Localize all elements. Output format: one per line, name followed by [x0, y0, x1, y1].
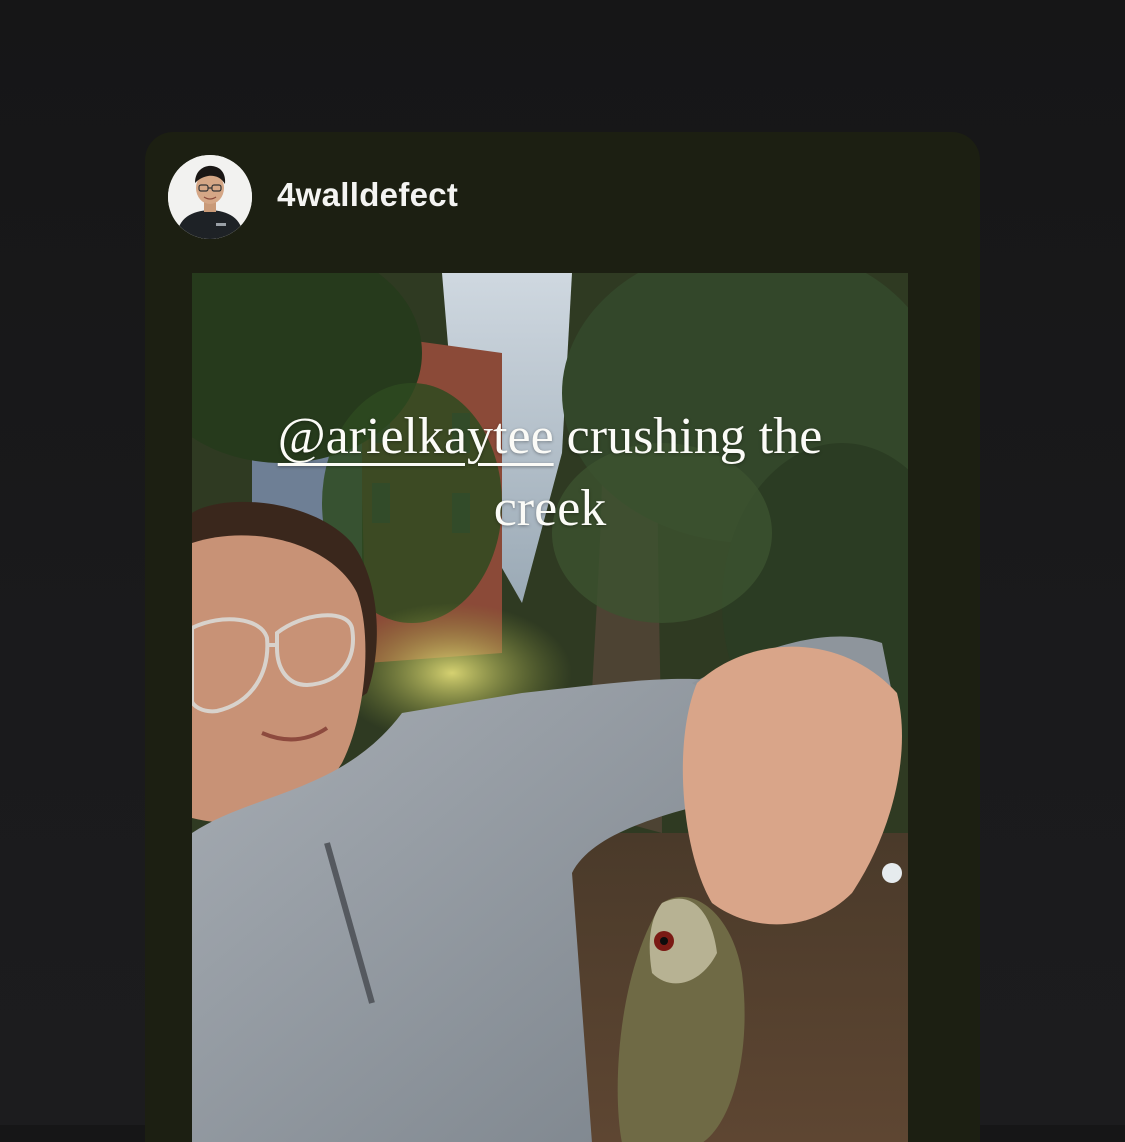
username[interactable]: 4walldefect	[277, 176, 458, 214]
story-media[interactable]: @arielkaytee crushing the creek	[192, 273, 908, 1142]
story-caption: @arielkaytee crushing the creek	[192, 401, 908, 545]
avatar-image	[168, 155, 252, 239]
story-header: 4walldefect	[145, 132, 980, 260]
user-avatar[interactable]	[168, 155, 252, 239]
caption-text-line2: creek	[493, 480, 607, 537]
story-card: 4walldefect @arielkaytee crushing the cr…	[145, 132, 980, 1142]
caption-mention[interactable]: @arielkaytee	[278, 408, 554, 465]
caption-text: crushing the	[553, 408, 823, 465]
